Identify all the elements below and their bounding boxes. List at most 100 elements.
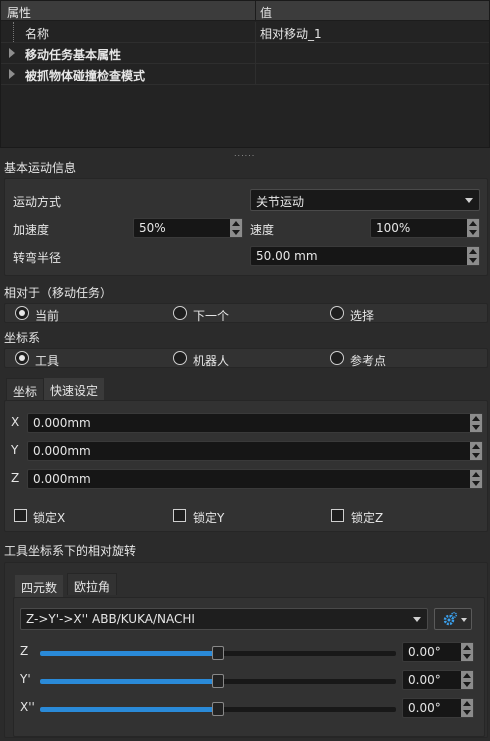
column-header-property[interactable]: 属性 <box>7 4 31 21</box>
lock-x-label[interactable]: 锁定X <box>33 509 65 526</box>
splitter-grip: ...... <box>234 149 256 158</box>
coord-y-label: Y <box>11 443 19 457</box>
tree-row-value[interactable]: 相对移动_1 <box>260 25 322 42</box>
arrow-up-icon <box>472 444 480 449</box>
spin-buttons[interactable] <box>467 247 479 265</box>
rot-x-slider[interactable] <box>40 702 396 716</box>
coord-z-label: Z <box>11 471 20 485</box>
tab-quaternion[interactable]: 四元数 <box>15 575 64 597</box>
radio-current-label[interactable]: 当前 <box>35 307 59 324</box>
basic-motion-panel: 运动方式 关节运动 加速度 50% 速度 100% 转弯半径 50.00 mm <box>4 178 488 276</box>
tab-coords[interactable]: 坐标 <box>6 378 45 400</box>
rot-x-label: X'' <box>20 700 35 714</box>
blend-radius-value: 50.00 mm <box>256 249 318 263</box>
spin-buttons[interactable] <box>470 442 482 460</box>
coords-panel: X 0.000mm Y 0.000mm Z 0.000mm 锁定X 锁定Y 锁定… <box>4 400 488 532</box>
motion-type-select[interactable]: 关节运动 <box>250 189 480 211</box>
tree-row-name[interactable]: 名称 相对移动_1 <box>1 22 489 43</box>
arrow-up-icon <box>463 645 471 650</box>
arrow-up-icon <box>463 673 471 678</box>
accel-label: 加速度 <box>13 223 50 237</box>
spin-buttons[interactable] <box>230 219 242 237</box>
coord-y-spinbox[interactable]: 0.000mm <box>27 441 483 461</box>
radio-tool-label[interactable]: 工具 <box>35 352 59 369</box>
euler-convention-select[interactable]: Z->Y'->X'' ABB/KUKA/NACHI <box>20 608 428 630</box>
speed-value: 100% <box>376 221 411 235</box>
basic-motion-title: 基本运动信息 <box>4 161 77 175</box>
speed-label: 速度 <box>250 223 275 237</box>
lock-z-label[interactable]: 锁定Z <box>351 509 383 526</box>
arrow-down-icon <box>469 230 477 235</box>
arrow-down-icon <box>463 710 471 715</box>
chevron-down-icon <box>465 198 473 203</box>
rot-y-slider-handle[interactable] <box>212 674 224 688</box>
radio-select[interactable] <box>330 306 344 320</box>
rot-y-value: 0.00° <box>408 673 441 687</box>
spin-buttons[interactable] <box>470 414 482 432</box>
euler-panel: Z->Y'->X'' ABB/KUKA/NACHI Z 0.00° Y' 0.0… <box>13 597 485 737</box>
arrow-up-icon <box>469 221 477 226</box>
expand-arrow-icon[interactable] <box>9 69 15 79</box>
arrow-down-icon <box>469 258 477 263</box>
lock-y-label[interactable]: 锁定Y <box>193 509 224 526</box>
coord-x-value: 0.000mm <box>33 416 91 430</box>
coord-z-spinbox[interactable]: 0.000mm <box>27 469 483 489</box>
property-tree: 属性 值 名称 相对移动_1 移动任务基本属性 被抓物体碰撞检查模式 <box>0 0 490 148</box>
speed-spinbox[interactable]: 100% <box>370 218 480 238</box>
rot-x-slider-handle[interactable] <box>212 702 224 716</box>
rot-x-spinbox[interactable]: 0.00° <box>402 698 474 718</box>
radio-robot[interactable] <box>173 351 187 365</box>
arrow-up-icon <box>469 249 477 254</box>
tree-row-collision-mode[interactable]: 被抓物体碰撞检查模式 <box>1 64 489 85</box>
radio-next[interactable] <box>173 306 187 320</box>
rot-y-spinbox[interactable]: 0.00° <box>402 670 474 690</box>
radio-current[interactable] <box>15 306 29 320</box>
arrow-up-icon <box>472 472 480 477</box>
rot-z-slider-fill <box>40 651 218 656</box>
rot-z-value: 0.00° <box>408 645 441 659</box>
spin-buttons[interactable] <box>461 643 473 661</box>
blend-radius-spinbox[interactable]: 50.00 mm <box>250 246 480 266</box>
accel-value: 50% <box>139 221 166 235</box>
coord-x-spinbox[interactable]: 0.000mm <box>27 413 483 433</box>
rot-z-spinbox[interactable]: 0.00° <box>402 642 474 662</box>
splitter-handle[interactable]: ...... <box>0 148 490 158</box>
spin-buttons[interactable] <box>470 470 482 488</box>
accel-spinbox[interactable]: 50% <box>133 218 243 238</box>
radio-next-label[interactable]: 下一个 <box>193 307 229 324</box>
arrow-up-icon <box>472 416 480 421</box>
arrow-down-icon <box>472 481 480 486</box>
rot-z-slider[interactable] <box>40 646 396 660</box>
rot-y-slider-fill <box>40 679 218 684</box>
tree-row-move-basic[interactable]: 移动任务基本属性 <box>1 43 489 64</box>
tab-euler[interactable]: 欧拉角 <box>67 573 118 595</box>
rot-z-slider-handle[interactable] <box>212 646 224 660</box>
rot-x-value: 0.00° <box>408 701 441 715</box>
column-header-value[interactable]: 值 <box>260 4 272 21</box>
lock-z-checkbox[interactable] <box>331 509 344 522</box>
coord-y-value: 0.000mm <box>33 444 91 458</box>
tab-quick-setup[interactable]: 快速设定 <box>44 378 105 400</box>
tree-branch-line <box>13 22 14 42</box>
spin-buttons[interactable] <box>467 219 479 237</box>
blend-radius-label: 转弯半径 <box>13 251 62 265</box>
tree-header: 属性 值 <box>1 1 489 21</box>
arrow-down-icon <box>472 425 480 430</box>
lock-x-checkbox[interactable] <box>14 509 27 522</box>
spin-buttons[interactable] <box>461 671 473 689</box>
gear-button[interactable] <box>434 608 472 630</box>
tree-row-label: 名称 <box>25 27 50 41</box>
rot-y-slider[interactable] <box>40 674 396 688</box>
arrow-up-icon <box>232 221 240 226</box>
expand-arrow-icon[interactable] <box>9 48 15 58</box>
radio-tool[interactable] <box>15 351 29 365</box>
spin-buttons[interactable] <box>461 699 473 717</box>
radio-reference[interactable] <box>330 351 344 365</box>
tree-row-label: 被抓物体碰撞检查模式 <box>25 69 146 83</box>
radio-robot-label[interactable]: 机器人 <box>193 352 229 369</box>
radio-reference-label[interactable]: 参考点 <box>350 352 386 369</box>
arrow-down-icon <box>232 230 240 235</box>
lock-y-checkbox[interactable] <box>173 509 186 522</box>
rot-y-label: Y' <box>20 672 31 686</box>
radio-select-label[interactable]: 选择 <box>350 307 374 324</box>
